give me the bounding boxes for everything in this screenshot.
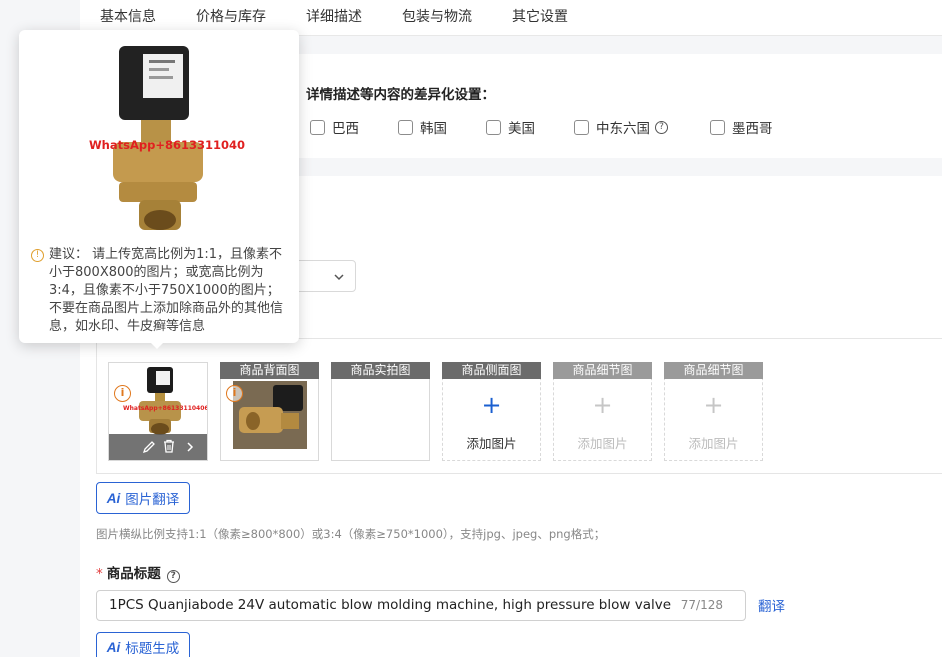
help-icon[interactable]: ?: [655, 120, 668, 134]
image-slot-real-photo[interactable]: 商品实拍图: [331, 362, 430, 461]
slot-label: 商品背面图: [220, 362, 319, 379]
checkbox-box[interactable]: [710, 119, 725, 135]
checkbox-box[interactable]: [486, 119, 501, 135]
add-image-label[interactable]: 添加图片: [665, 433, 762, 452]
product-title-input[interactable]: 1PCS Quanjiabode 24V automatic blow mold…: [96, 590, 746, 621]
valve-thumbnail: [139, 367, 181, 435]
watermark-text: WhatsApp+8613311040688: [89, 138, 245, 152]
checkbox-box[interactable]: [398, 119, 413, 135]
tab-detail-description[interactable]: 详细描述: [306, 6, 362, 26]
image-slot-detail-1[interactable]: 商品细节图 + 添加图片: [553, 362, 652, 461]
edit-icon[interactable]: [142, 440, 156, 454]
tab-packaging-logistics[interactable]: 包装与物流: [402, 6, 472, 26]
slot-label: 商品细节图: [664, 362, 763, 379]
warning-icon[interactable]: i: [114, 385, 131, 402]
tab-other-settings[interactable]: 其它设置: [512, 6, 568, 26]
title-generate-button[interactable]: Ai 标题生成: [96, 632, 190, 657]
plus-icon[interactable]: +: [665, 393, 762, 417]
trash-icon[interactable]: [162, 439, 176, 454]
char-counter: 77/128: [680, 598, 723, 612]
product-title-label: * 商品标题?: [96, 562, 180, 583]
info-icon: !: [31, 249, 44, 262]
main-image-slot[interactable]: WhatsApp+8613311040688 i: [108, 362, 208, 461]
watermark-text: WhatsApp+8613311040688: [123, 405, 208, 412]
slot-label: 商品实拍图: [331, 362, 430, 379]
ai-icon: Ai: [106, 639, 121, 655]
checkbox-box[interactable]: [310, 119, 325, 135]
chevron-right-icon[interactable]: [185, 441, 195, 453]
slot-label: 商品细节图: [553, 362, 652, 379]
upload-suggestion-text: 建议： 请上传宽高比例为1:1，且像素不小于800X800的图片；或宽高比例为3…: [49, 247, 284, 334]
country-checkbox-korea[interactable]: 韩国: [398, 117, 447, 137]
tab-price-stock[interactable]: 价格与库存: [196, 6, 266, 26]
warning-icon[interactable]: i: [226, 385, 243, 402]
image-slot-detail-2[interactable]: 商品细节图 + 添加图片: [664, 362, 763, 461]
slot-label: 商品侧面图: [442, 362, 541, 379]
product-edit-page: 基本信息 价格与库存 详细描述 包装与物流 其它设置 详情描述等内容的差异化设置…: [0, 0, 942, 657]
help-icon[interactable]: ?: [166, 569, 180, 583]
tab-basic-info[interactable]: 基本信息: [100, 6, 156, 26]
country-checkbox-brazil[interactable]: 巴西: [310, 117, 359, 137]
country-checkbox-mexico[interactable]: 墨西哥: [710, 117, 773, 137]
country-checkbox-middle-east[interactable]: 中东六国?: [574, 117, 668, 137]
image-slot-side[interactable]: 商品侧面图 + 添加图片: [442, 362, 541, 461]
plus-icon[interactable]: +: [443, 393, 540, 417]
ai-icon: Ai: [106, 490, 121, 506]
chevron-down-icon: [334, 274, 344, 281]
plus-icon[interactable]: +: [554, 393, 651, 417]
image-preview-popup: WhatsApp+8613311040688 ! 建议： 请上传宽高比例为1:1…: [19, 30, 299, 343]
image-translate-button[interactable]: Ai 图片翻译: [96, 482, 190, 514]
valve-back-thumbnail: [233, 381, 307, 449]
title-translate-link[interactable]: 翻译: [758, 595, 785, 615]
diff-settings-title: 详情描述等内容的差异化设置：: [306, 87, 495, 103]
popup-arrow: [150, 342, 164, 349]
preview-image: WhatsApp+8613311040688: [85, 38, 245, 238]
add-image-label[interactable]: 添加图片: [554, 433, 651, 452]
image-format-hint: 图片横纵比例支持1:1（像素≥800*800）或3:4（像素≥750*1000）…: [96, 527, 606, 541]
required-mark: *: [96, 566, 103, 582]
image-toolbar: [109, 434, 207, 460]
image-slot-back[interactable]: 商品背面图 i: [220, 362, 319, 461]
country-checkbox-usa[interactable]: 美国: [486, 117, 535, 137]
add-image-label[interactable]: 添加图片: [443, 433, 540, 452]
checkbox-box[interactable]: [574, 119, 589, 135]
